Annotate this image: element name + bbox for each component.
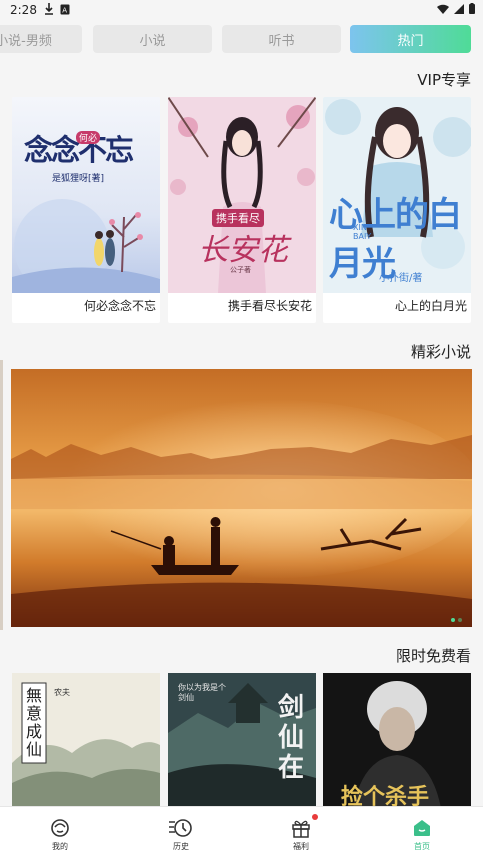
nav-label: 首页 [414,842,430,851]
book-cover: 心上的白月光 XIN BAIY 小扑街/著 [323,97,471,293]
banner-image [11,369,472,627]
tab-hot[interactable]: 热门 [350,25,471,53]
cover-small-text: XIN BAIY [353,223,372,241]
book-title: 携手看尽长安花 [227,299,312,313]
tab-label: 热门 [397,33,424,49]
battery-icon [469,3,475,14]
gift-icon [292,820,310,838]
book-title: 心上的白月光 [394,299,467,313]
bottom-navigation: 我的 历史 福利 首页 [0,806,483,858]
book-title: 何必念念不忘 [83,299,156,313]
vip-book-row: 念念不忘 何必 是狐狸呀[著] 何必念念不忘 携手看尽 长安花 公子著 携手看尽… [12,97,472,323]
category-tabs: 小说-男频 小说 听书 热门 [0,25,483,53]
nav-item-history[interactable]: 历史 [121,807,241,858]
banner-pagination [451,618,462,622]
tab-label: 听书 [268,33,295,49]
signal-icon [454,3,464,14]
tab-novel[interactable]: 小说 [93,25,212,53]
pagination-dot[interactable] [458,618,462,622]
cover-title-text: 剑仙在 [278,693,305,783]
tab-audiobook[interactable]: 听书 [222,25,341,53]
download-icon [45,3,53,15]
user-face-icon [51,819,69,837]
sim-card-icon: A [60,4,70,15]
book-card[interactable]: 念念不忘 何必 是狐狸呀[著] 何必念念不忘 [12,97,160,323]
home-icon [414,820,430,836]
section-title-vip: VIP专享 [417,71,471,89]
cover-small-text: 何必 [76,131,101,144]
cover-title-text: 捡个杀手 [341,784,430,808]
cover-small-text: 农夫 [54,688,70,697]
wifi-icon [437,4,449,14]
book-card[interactable]: 心上的白月光 XIN BAIY 小扑街/著 心上的白月光 [323,97,471,323]
cover-title-text: 無意成仙 [26,686,43,759]
section-title-featured: 精彩小说 [410,343,471,361]
tab-novel-male[interactable]: 小说-男频 [0,25,82,53]
free-book-row: 無意成仙 农夫 你以为我是个剑仙 剑仙在 捡个杀手 [12,673,472,808]
cover-small-text: 你以为我是个剑仙 [178,683,226,702]
cover-author-text: 公子著 [230,266,251,274]
notification-badge [312,814,318,820]
book-card[interactable]: 無意成仙 农夫 [12,673,160,808]
left-edge-strip [0,360,3,630]
book-card[interactable]: 携手看尽 长安花 公子著 携手看尽长安花 [168,97,316,323]
nav-label: 历史 [173,842,189,851]
cover-title-text: 长安花 [198,233,288,268]
cover-author-text: 小扑街/著 [379,273,423,284]
book-card[interactable]: 捡个杀手 [323,673,471,808]
status-time: 2:28 [10,3,37,17]
book-card[interactable]: 你以为我是个剑仙 剑仙在 [168,673,316,808]
status-bar: 2:28 A [0,0,483,20]
history-clock-icon [169,819,192,837]
nav-item-mine[interactable]: 我的 [0,807,120,858]
nav-item-home[interactable]: 首页 [362,807,482,858]
book-cover: 念念不忘 何必 是狐狸呀[著] [12,97,160,293]
book-cover: 携手看尽 长安花 公子著 [168,97,316,293]
nav-label: 我的 [52,842,68,851]
tab-label: 小说-男频 [0,33,52,49]
pagination-dot[interactable] [451,618,455,622]
section-title-free: 限时免费看 [395,647,471,665]
nav-label: 福利 [293,842,309,851]
nav-item-welfare[interactable]: 福利 [241,807,361,858]
cover-author-text: 是狐狸呀[著] [52,174,105,184]
tab-label: 小说 [139,33,166,49]
svg-text:A: A [62,7,67,15]
featured-banner[interactable] [11,369,472,627]
